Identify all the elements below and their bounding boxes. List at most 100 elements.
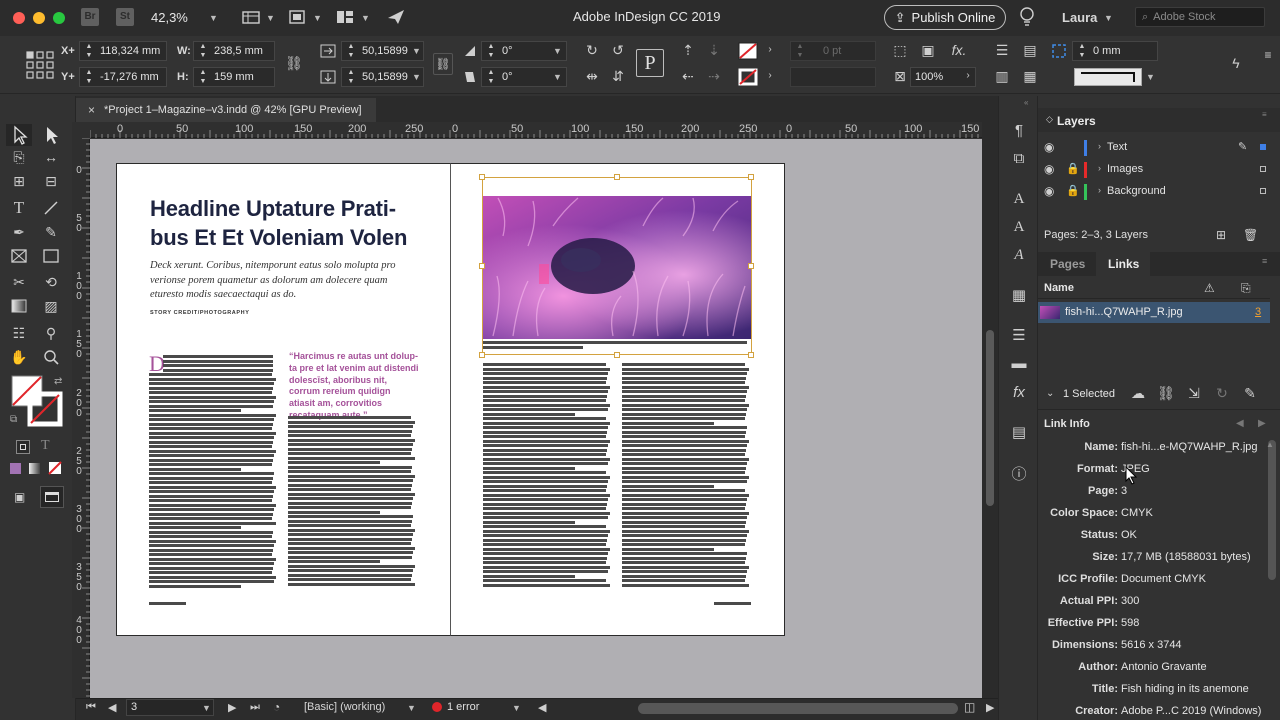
x-stepper-icon[interactable]: ▲ ▼ xyxy=(84,42,94,60)
layers-panel-title[interactable]: Layers xyxy=(1057,114,1096,128)
text-wrap-panel-icon[interactable]: ▤ xyxy=(1008,422,1030,444)
effects-fx-icon[interactable]: fx. xyxy=(947,42,971,58)
quick-apply-lightning-icon[interactable]: ϟ xyxy=(1228,55,1244,71)
select-item-indicator-icon[interactable] xyxy=(1260,166,1266,172)
headline[interactable]: Headline Uptature Prati­bus Et Et Voleni… xyxy=(150,194,420,252)
stroke-type-field[interactable] xyxy=(790,67,876,87)
frame-handle-top-left[interactable] xyxy=(479,174,485,180)
paragraph-panel-icon[interactable]: ¶ xyxy=(1008,120,1030,142)
link-status-warning-icon[interactable]: ⚠ xyxy=(1204,281,1215,295)
hand-tool-icon[interactable]: ✋ xyxy=(8,346,30,368)
scale-y-dropdown-icon[interactable]: ▼ xyxy=(412,72,421,82)
scale-x-dropdown-icon[interactable]: ▼ xyxy=(412,46,421,56)
rotate-cw-icon[interactable]: ↻ xyxy=(582,42,602,59)
corner-options-icon[interactable] xyxy=(1052,44,1066,58)
layer-row[interactable]: ◉ › Text ✎ xyxy=(1038,137,1270,159)
rectangle-tool-icon[interactable] xyxy=(40,245,62,267)
frame-handle-top-center[interactable] xyxy=(614,174,620,180)
reference-point-icon[interactable] xyxy=(26,51,54,79)
stock-button[interactable]: St xyxy=(116,8,134,26)
error-indicator-icon[interactable] xyxy=(432,702,442,712)
eye-icon[interactable]: ◉ xyxy=(1044,162,1054,176)
first-page-icon[interactable]: ⏮ xyxy=(86,701,96,714)
flip-vertical-icon[interactable]: ⇵ xyxy=(608,68,628,85)
character-panel-icon[interactable]: A xyxy=(1008,188,1030,210)
character-styles-icon[interactable]: A xyxy=(1008,216,1030,238)
user-dropdown-icon[interactable]: ▼ xyxy=(1104,13,1113,23)
pencil-tool-icon[interactable]: ✎ xyxy=(40,221,62,243)
gap-tool-icon[interactable]: ↔ xyxy=(40,146,62,168)
go-to-link-icon[interactable]: ⇲ xyxy=(1184,385,1204,402)
frame-handle-bottom-right[interactable] xyxy=(748,352,754,358)
layer-expand-icon[interactable]: › xyxy=(1098,163,1101,173)
width-field[interactable]: ▲ ▼ 238,5 mm xyxy=(193,41,275,61)
stroke-menu-arrow-icon[interactable]: › xyxy=(764,70,776,81)
gradient-feather-tool-icon[interactable]: ▨ xyxy=(40,295,62,317)
close-window-button[interactable] xyxy=(13,12,25,24)
content-placer-icon[interactable]: ⊟ xyxy=(40,170,62,192)
view-options-dropdown-icon[interactable]: ▼ xyxy=(266,13,275,23)
scale-x-stepper-icon[interactable]: ▲ ▼ xyxy=(346,42,356,60)
stroke-panel-icon[interactable]: ☰ xyxy=(1008,325,1030,347)
screen-mode-dropdown-icon[interactable]: ▼ xyxy=(313,13,322,23)
rotate-ccw-icon[interactable]: ↺ xyxy=(608,42,628,59)
screen-mode-toggle[interactable] xyxy=(40,486,64,508)
lock-icon[interactable]: 🔒 xyxy=(1066,162,1080,175)
delete-layer-icon[interactable]: 🗑 xyxy=(1243,228,1258,242)
frame-handle-bottom-center[interactable] xyxy=(614,352,620,358)
zoom-dropdown-icon[interactable]: ▼ xyxy=(209,13,218,23)
rotation-stepper-icon[interactable]: ▲ ▼ xyxy=(486,42,496,60)
layers-close-icon[interactable]: ≡ xyxy=(1262,110,1267,119)
lightbulb-icon[interactable] xyxy=(1018,6,1036,28)
new-layer-icon[interactable]: ⊞ xyxy=(1216,228,1226,242)
preflight-profile-dropdown-icon[interactable]: ▼ xyxy=(407,703,416,713)
corner-size-field[interactable]: ▲ ▼ 0 mm xyxy=(1072,41,1158,61)
split-window-icon[interactable]: ◫ xyxy=(964,700,975,714)
link-info-scrollbar-thumb[interactable] xyxy=(1268,440,1276,580)
link-info-next-icon[interactable]: ▶ xyxy=(1258,418,1266,429)
error-count[interactable]: 1 error xyxy=(447,701,479,713)
content-collector-icon[interactable]: ⊞ xyxy=(8,170,30,192)
close-tab-icon[interactable]: × xyxy=(88,98,98,122)
text-column-left-b[interactable] xyxy=(288,416,416,590)
apply-gradient-icon[interactable] xyxy=(29,463,40,474)
corner-size-stepper-icon[interactable]: ▲ ▼ xyxy=(1077,42,1087,60)
story-credit[interactable]: STORY CREDIT/PHOTOGRAPHY xyxy=(150,310,249,316)
document-tab[interactable]: *Project 1–Magazine–v3.indd @ 42% [GPU P… xyxy=(76,98,376,122)
view-options-icon[interactable] xyxy=(242,9,262,25)
previous-page-icon[interactable]: ◀ xyxy=(108,701,116,714)
bridge-button[interactable]: Br xyxy=(81,8,99,26)
rotation-dropdown-icon[interactable]: ▼ xyxy=(553,46,562,56)
stroke-weight-field[interactable]: ▲ ▼ 0 pt xyxy=(790,41,876,61)
text-column-right-b[interactable] xyxy=(622,363,750,588)
frame-handle-top-right[interactable] xyxy=(748,174,754,180)
eye-icon[interactable]: ◉ xyxy=(1044,184,1054,198)
type-tool-icon[interactable]: T xyxy=(8,197,30,219)
direct-selection-tool-icon[interactable] xyxy=(40,124,62,146)
layer-expand-icon[interactable]: › xyxy=(1098,185,1101,195)
note-tool-icon[interactable]: ☷ xyxy=(8,322,30,344)
normal-view-mode-icon[interactable]: ▣ xyxy=(14,490,25,504)
text-wrap-none-icon[interactable]: ☰ xyxy=(992,42,1012,59)
opacity-menu-arrow-icon[interactable]: › xyxy=(962,70,974,81)
pull-quote[interactable]: “Harcimus re autas unt dolup­ta pre et l… xyxy=(289,351,419,422)
select-content-icon[interactable]: ⇣ xyxy=(704,42,724,59)
lock-icon[interactable]: 🔒 xyxy=(1066,184,1080,197)
scroll-right-icon[interactable]: ▶ xyxy=(986,701,994,714)
link-info-prev-icon[interactable]: ◀ xyxy=(1236,418,1244,429)
page-number-field[interactable]: 3 xyxy=(126,699,214,716)
select-container-icon[interactable]: ⇡ xyxy=(678,42,698,59)
pen-tool-icon[interactable]: ✒ xyxy=(8,221,30,243)
error-dropdown-icon[interactable]: ▼ xyxy=(512,703,521,713)
rotation-direction-icon[interactable]: P xyxy=(636,49,664,77)
drop-shadow-icon[interactable]: ▣ xyxy=(918,42,938,59)
eyedropper-tool-icon[interactable]: ⚲ xyxy=(40,322,62,344)
libraries-icon[interactable]: ▦ xyxy=(1008,285,1030,307)
ruler-origin[interactable] xyxy=(72,122,90,138)
swap-fill-stroke-icon[interactable]: ⇄ xyxy=(54,376,62,387)
text-wrap-jump-icon[interactable]: ▦ xyxy=(1020,68,1040,85)
stroke-none-swatch-icon[interactable] xyxy=(738,68,758,86)
links-panel-menu-icon[interactable]: ≡ xyxy=(1262,256,1267,266)
link-page-header-icon[interactable]: ⎘ xyxy=(1241,281,1251,296)
fill-none-swatch-icon[interactable] xyxy=(738,42,758,60)
